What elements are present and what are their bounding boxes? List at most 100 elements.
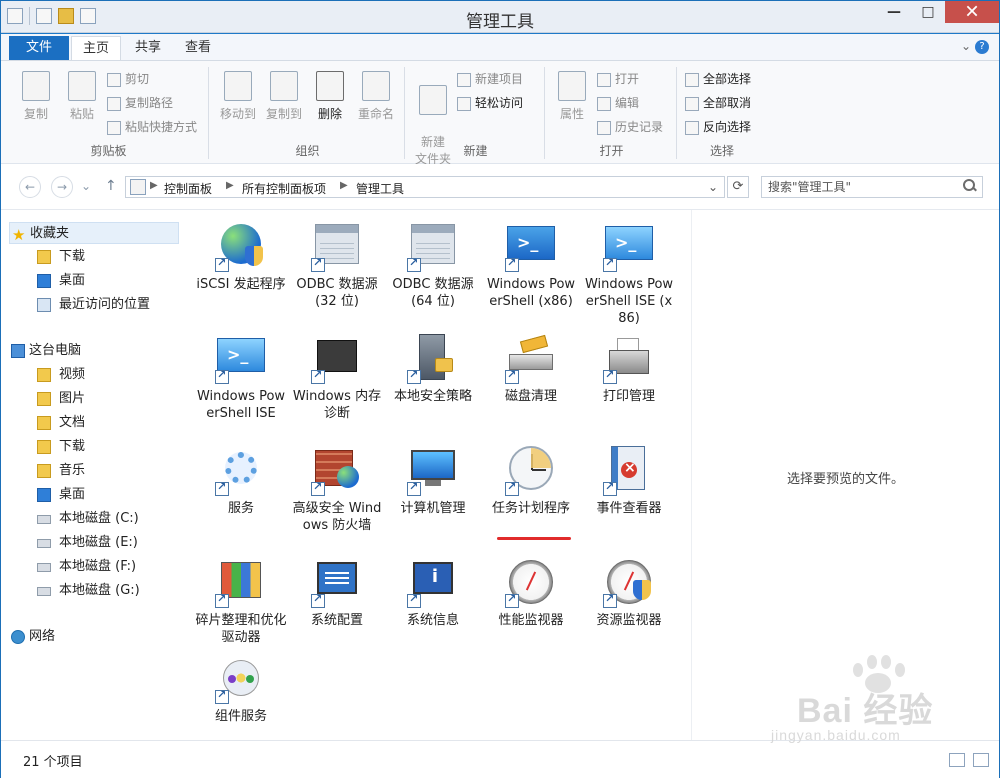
breadcrumb-admin-tools[interactable]: 管理工具 [356,180,404,197]
computer-management-icon [407,444,459,496]
history-button[interactable]: 历史记录 [597,117,663,137]
ribbon-tabs: 文件 主页 共享 查看 ⌄ ? [1,34,999,61]
invert-selection-button[interactable]: 反向选择 [685,117,751,137]
paste-icon [68,71,96,101]
edit-button[interactable]: 编辑 [597,93,639,113]
nav-music[interactable]: 音乐 [9,460,179,482]
properties-button[interactable]: 属性 [551,71,593,122]
nav-documents[interactable]: 文档 [9,412,179,434]
search-icon[interactable] [962,178,976,192]
breadcrumb-separator-icon: ▶ [150,180,158,191]
select-none-button[interactable]: 全部取消 [685,93,751,113]
nav-network[interactable]: 网络 [9,626,179,648]
help-icon[interactable]: ? [975,40,989,54]
file-item-powershell-ise-x86[interactable]: Windows PowerShell ISE (x86) [581,214,677,326]
file-item-system-info[interactable]: 系统信息 [385,550,481,660]
file-item-system-config[interactable]: 系统配置 [289,550,385,660]
up-button[interactable]: ↑ [105,178,117,194]
cut-button[interactable]: 剪切 [107,69,149,89]
file-item-resource-monitor[interactable]: 资源监视器 [581,550,677,660]
open-button[interactable]: 打开 [597,69,639,89]
select-all-button[interactable]: 全部选择 [685,69,751,89]
file-item-memory-diagnostic[interactable]: Windows 内存诊断 [289,326,385,436]
file-item-computer-management[interactable]: 计算机管理 [385,438,481,548]
ribbon-expand-icon[interactable]: ⌄ [961,39,971,53]
watermark-sub: jingyan.baidu.com [771,727,901,743]
details-view-icon[interactable] [949,753,965,767]
printer-icon [603,332,655,384]
tab-home[interactable]: 主页 [71,36,121,60]
file-item-odbc32[interactable]: ODBC 数据源(32 位) [289,214,385,324]
forward-button[interactable]: → [51,176,73,198]
file-item-odbc64[interactable]: ODBC 数据源(64 位) [385,214,481,324]
file-item-disk-cleanup[interactable]: 磁盘清理 [483,326,579,436]
breadcrumb-control-panel[interactable]: 控制面板 [164,180,212,197]
file-item-defrag[interactable]: 碎片整理和优化驱动器 [193,550,289,660]
rename-button[interactable]: 重命名 [355,71,397,122]
nav-label: 最近访问的位置 [59,297,151,312]
file-item-print-management[interactable]: 打印管理 [581,326,677,436]
back-button[interactable]: ← [19,176,41,198]
file-item-firewall[interactable]: 高级安全 Windows 防火墙 [289,438,385,548]
nav-recent[interactable]: 最近访问的位置 [9,294,179,316]
shortcut-arrow-icon [505,592,519,608]
tab-file[interactable]: 文件 [9,36,69,60]
recent-locations-chevron-icon[interactable]: ⌄ [79,176,93,198]
large-icons-view-icon[interactable] [973,753,989,767]
easy-access-button[interactable]: 轻松访问 [457,93,523,113]
file-item-powershell-ise[interactable]: Windows PowerShell ISE [193,326,289,436]
nav-drive-e[interactable]: 本地磁盘 (E:) [9,532,179,554]
nav-favorites[interactable]: 收藏夹 [9,222,179,246]
move-to-button[interactable]: 移动到 [217,71,259,122]
file-label: 打印管理 [602,389,655,404]
close-button[interactable]: ✕ [945,1,999,23]
file-item-iscsi[interactable]: iSCSI 发起程序 [193,214,289,324]
maximize-button[interactable]: □ [911,1,945,23]
breadcrumb-all-items[interactable]: 所有控制面板项 [242,180,326,197]
tab-view[interactable]: 查看 [175,36,221,60]
minimize-button[interactable]: — [877,1,911,23]
nav-drive-f[interactable]: 本地磁盘 (F:) [9,556,179,578]
folder-icon [37,368,51,382]
ribbon: 复制 粘贴 剪切 复制路径 粘贴快捷方式 剪贴板 移动到 复制到 删除 重命名 … [1,61,999,166]
paste-button[interactable]: 粘贴 [61,71,103,122]
search-input[interactable]: 搜索"管理工具" [761,176,983,198]
copy-button[interactable]: 复制 [15,71,57,122]
nav-drive-c[interactable]: 本地磁盘 (C:) [9,508,179,530]
tab-share[interactable]: 共享 [125,36,171,60]
nav-downloads[interactable]: 下载 [9,246,179,268]
copy-to-button[interactable]: 复制到 [263,71,305,122]
nav-this-pc[interactable]: 这台电脑 [9,340,179,362]
nav-downloads-2[interactable]: 下载 [9,436,179,458]
file-item-services[interactable]: 服务 [193,438,289,548]
pc-icon [11,344,25,358]
nav-desktop-2[interactable]: 桌面 [9,484,179,506]
new-item-label: 新建项目 [475,72,524,86]
rename-label: 重命名 [357,107,394,121]
powershell-ise-icon [603,220,655,272]
file-label: 资源监视器 [596,613,662,628]
file-item-task-scheduler[interactable]: 任务计划程序 [483,438,579,548]
file-item-performance-monitor[interactable]: 性能监视器 [483,550,579,660]
move-to-icon [224,71,252,101]
nav-desktop[interactable]: 桌面 [9,270,179,292]
component-services-icon [215,652,267,704]
nav-label: 桌面 [59,273,86,288]
file-item-local-security[interactable]: 本地安全策略 [385,326,481,436]
file-item-event-viewer[interactable]: 事件查看器 [581,438,677,548]
nav-pictures[interactable]: 图片 [9,388,179,410]
refresh-button[interactable]: ⟳ [727,176,749,198]
delete-button[interactable]: 删除 [309,71,351,122]
copy-to-label: 复制到 [265,107,302,121]
file-item-powershell-x86[interactable]: Windows PowerShell (x86) [483,214,579,324]
paste-shortcut-button[interactable]: 粘贴快捷方式 [107,117,197,137]
address-dropdown-icon[interactable]: ⌄ [708,180,718,194]
address-bar[interactable]: ▶ 控制面板 ▶ 所有控制面板项 ▶ 管理工具 ⌄ [125,176,725,198]
nav-drive-g[interactable]: 本地磁盘 (G:) [9,580,179,602]
copy-path-button[interactable]: 复制路径 [107,93,173,113]
new-item-button[interactable]: 新建项目 [457,69,523,89]
file-label: Windows PowerShell ISE [196,389,286,421]
copy-icon [22,71,50,101]
nav-videos[interactable]: 视频 [9,364,179,386]
shortcut-arrow-icon [603,480,617,496]
